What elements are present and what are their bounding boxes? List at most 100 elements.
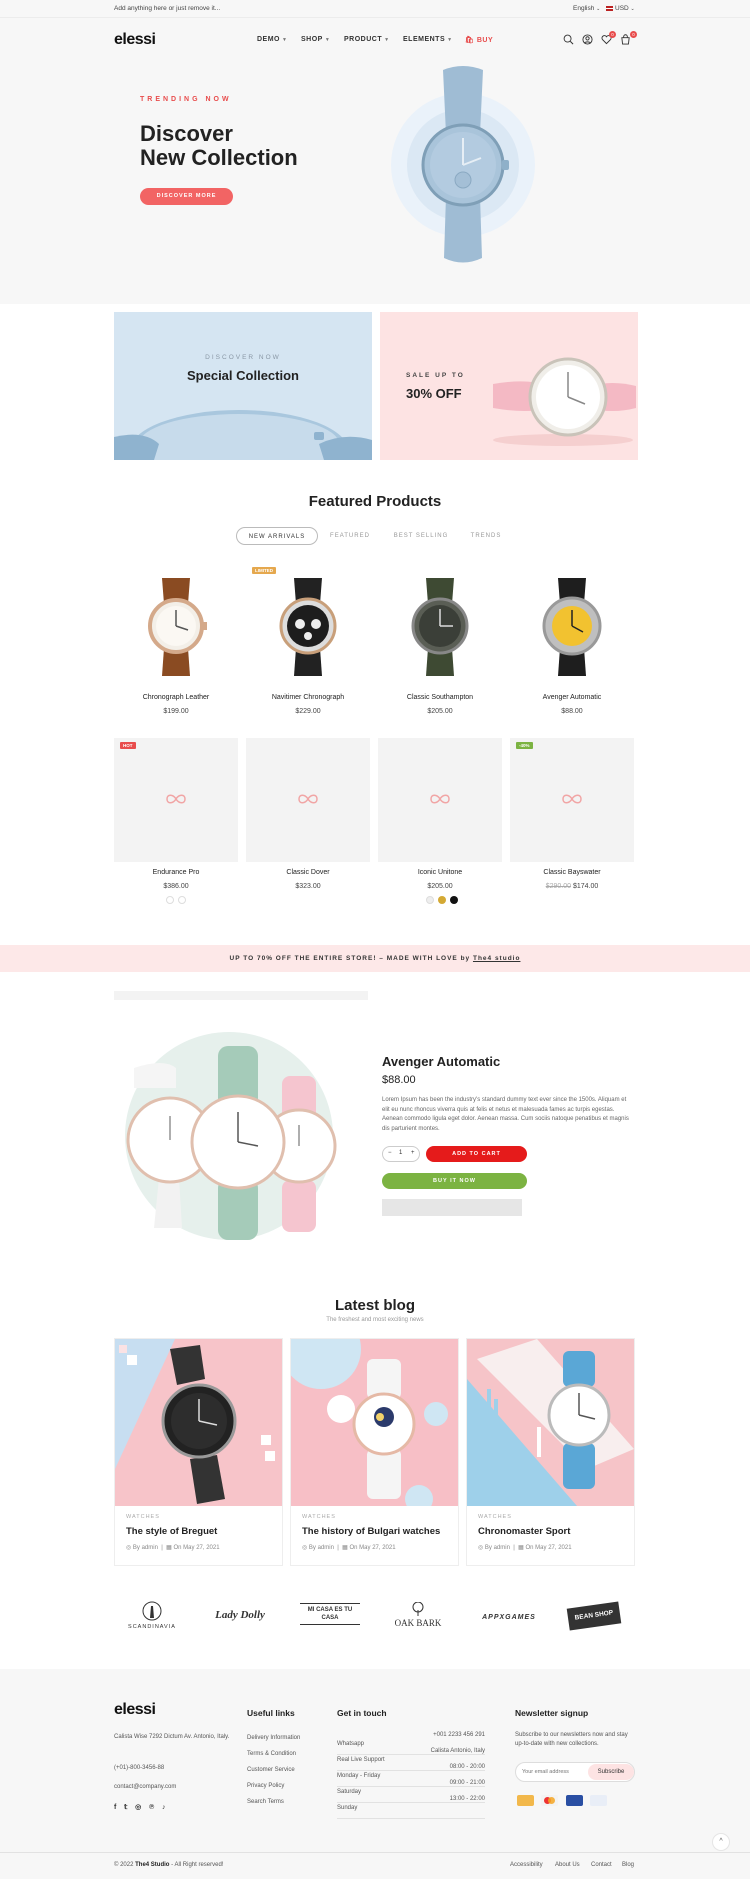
blog-image[interactable] bbox=[467, 1339, 634, 1506]
get-in-touch-title: Get in touch bbox=[337, 1708, 387, 1718]
product-name[interactable]: Classic Dover bbox=[246, 869, 370, 876]
product-image-chronograph-leather[interactable] bbox=[114, 564, 238, 688]
quantity-stepper[interactable]: − 1 + bbox=[382, 1146, 420, 1162]
currency-select[interactable]: USD ⌄ bbox=[606, 5, 635, 12]
blog-author[interactable]: By admin bbox=[133, 1545, 158, 1551]
blog-title: Latest blog bbox=[334, 1297, 415, 1314]
blog-category[interactable]: WATCHES bbox=[126, 1514, 160, 1520]
blog-image[interactable] bbox=[291, 1339, 458, 1506]
product-image-navitimer[interactable] bbox=[246, 564, 370, 688]
product-image-placeholder[interactable] bbox=[114, 738, 238, 862]
back-to-top-button[interactable]: ^ bbox=[712, 1833, 730, 1851]
newsletter-email-input[interactable] bbox=[522, 1766, 584, 1778]
blog-category[interactable]: WATCHES bbox=[478, 1514, 512, 1520]
nav-elements[interactable]: ELEMENTS ▼ bbox=[403, 36, 453, 43]
footer-bottom-link[interactable]: About Us bbox=[555, 1862, 580, 1868]
nav-product[interactable]: PRODUCT ▼ bbox=[344, 36, 390, 43]
qty-plus-button[interactable]: + bbox=[411, 1150, 415, 1156]
user-icon[interactable] bbox=[582, 34, 593, 45]
color-swatch[interactable] bbox=[450, 896, 458, 904]
product-name[interactable]: Chronograph Leather bbox=[114, 694, 238, 701]
blog-author[interactable]: By admin bbox=[309, 1545, 334, 1551]
product-name[interactable]: Classic Southampton bbox=[378, 694, 502, 701]
discover-more-button[interactable]: DISCOVER MORE bbox=[140, 188, 233, 205]
buy-now-button[interactable]: BUY IT NOW bbox=[382, 1173, 527, 1189]
footer-phone[interactable]: (+01)-800-3456-88 bbox=[114, 1765, 164, 1771]
language-select[interactable]: English ⌄ bbox=[573, 5, 600, 12]
footer-link[interactable]: Terms & Condition bbox=[247, 1751, 296, 1757]
promo-strip: UP TO 70% OFF THE ENTIRE STORE! – MADE W… bbox=[0, 945, 750, 972]
footer-bottom-link[interactable]: Contact bbox=[591, 1862, 612, 1868]
product-name[interactable]: Avenger Automatic bbox=[510, 694, 634, 701]
qty-minus-button[interactable]: − bbox=[388, 1150, 392, 1156]
blog-image[interactable] bbox=[115, 1339, 282, 1506]
facebook-icon[interactable]: f bbox=[114, 1804, 116, 1811]
calendar-icon: ▦ bbox=[166, 1545, 172, 1551]
nav-shop[interactable]: SHOP ▼ bbox=[301, 36, 330, 43]
blog-category[interactable]: WATCHES bbox=[302, 1514, 336, 1520]
product-name[interactable]: Navitimer Chronograph bbox=[246, 694, 370, 701]
footer-divider bbox=[0, 1852, 750, 1853]
brand-logo-appxgames[interactable]: APPXGAMES bbox=[474, 1614, 544, 1621]
brand-logo-bean-shop[interactable]: BEAN SHOP bbox=[566, 1601, 622, 1631]
tiktok-icon[interactable]: ♪ bbox=[162, 1804, 166, 1811]
footer-link[interactable]: Delivery Information bbox=[247, 1735, 300, 1741]
product-image-placeholder[interactable] bbox=[246, 738, 370, 862]
product-image-avenger[interactable] bbox=[510, 564, 634, 688]
blog-post-title[interactable]: The style of Breguet bbox=[126, 1526, 217, 1537]
brand-logo-mi-casa[interactable]: MI CASA ES TU CASA bbox=[300, 1603, 360, 1625]
qty-value[interactable]: 1 bbox=[399, 1150, 402, 1156]
special-collection-banner[interactable]: DISCOVER NOW Special Collection bbox=[114, 312, 372, 460]
color-swatch[interactable] bbox=[178, 896, 186, 904]
watch-image bbox=[148, 578, 207, 676]
promo-link[interactable]: The4 studio bbox=[473, 955, 520, 962]
brand-logo-oak-bark[interactable]: OAK BARK bbox=[386, 1602, 450, 1640]
product-image-placeholder[interactable] bbox=[378, 738, 502, 862]
footer-link[interactable]: Privacy Policy bbox=[247, 1783, 284, 1789]
blog-card[interactable]: WATCHES Chronomaster Sport ◎ By admin | … bbox=[466, 1338, 635, 1566]
blog-card[interactable]: WATCHES The history of Bulgari watches ◎… bbox=[290, 1338, 459, 1566]
hero-title-line2: New Collection bbox=[140, 145, 298, 170]
tab-best-selling[interactable]: BEST SELLING bbox=[388, 527, 454, 545]
pinterest-icon[interactable]: ℗ bbox=[149, 1804, 154, 1811]
instagram-icon[interactable]: ◎ bbox=[135, 1804, 141, 1811]
deal-title[interactable]: Avenger Automatic bbox=[382, 1054, 500, 1069]
footer-bottom-link[interactable]: Accessibility bbox=[510, 1862, 543, 1868]
search-icon[interactable] bbox=[563, 34, 574, 45]
product-price-group: $290.00 $174.00 bbox=[510, 883, 634, 890]
copyright-brand[interactable]: The4 Studio bbox=[135, 1862, 169, 1868]
footer-email[interactable]: contact@company.com bbox=[114, 1784, 176, 1790]
product-name[interactable]: Iconic Unitone bbox=[378, 869, 502, 876]
tab-trends[interactable]: TRENDS bbox=[464, 527, 508, 545]
brand-logo-lady-dolly[interactable]: Lady Dolly bbox=[204, 1609, 276, 1621]
blog-post-title[interactable]: The history of Bulgari watches bbox=[302, 1526, 440, 1537]
add-to-cart-button[interactable]: ADD TO CART bbox=[426, 1146, 527, 1162]
product-name[interactable]: Endurance Pro bbox=[114, 869, 238, 876]
blog-author[interactable]: By admin bbox=[485, 1545, 510, 1551]
product-image-placeholder[interactable] bbox=[510, 738, 634, 862]
product-image-southampton[interactable] bbox=[378, 564, 502, 688]
color-swatch[interactable] bbox=[166, 896, 174, 904]
product-name[interactable]: Classic Bayswater bbox=[510, 869, 634, 876]
subscribe-button[interactable]: Subscribe bbox=[588, 1764, 634, 1780]
sale-banner[interactable]: SALE UP TO 30% OFF bbox=[380, 312, 638, 460]
tab-featured[interactable]: FEATURED bbox=[324, 527, 376, 545]
footer-logo[interactable]: elessi bbox=[114, 1701, 156, 1719]
footer-bottom-link[interactable]: Blog bbox=[622, 1862, 634, 1868]
product-price: $323.00 bbox=[295, 883, 321, 890]
brand-logo-scandinavia[interactable]: SCANDINAVIA bbox=[120, 1600, 184, 1638]
tab-new-arrivals[interactable]: NEW ARRIVALS bbox=[236, 527, 318, 545]
nav-buy[interactable]: 🛍 BUY bbox=[465, 36, 493, 44]
payment-placeholder[interactable] bbox=[382, 1199, 522, 1216]
blog-post-title[interactable]: Chronomaster Sport bbox=[478, 1526, 570, 1537]
nav-demo[interactable]: DEMO ▼ bbox=[257, 36, 287, 43]
color-swatch[interactable] bbox=[438, 896, 446, 904]
contact-row: Saturday 09:00 - 21:00 bbox=[337, 1780, 485, 1803]
footer-link[interactable]: Customer Service bbox=[247, 1767, 295, 1773]
site-logo[interactable]: elessi bbox=[114, 31, 156, 49]
blog-meta: ◎ By admin | ▦ On May 27, 2021 bbox=[126, 1545, 220, 1551]
color-swatch[interactable] bbox=[426, 896, 434, 904]
blog-card[interactable]: WATCHES The style of Breguet ◎ By admin … bbox=[114, 1338, 283, 1566]
twitter-icon[interactable]: 𝕥 bbox=[124, 1804, 127, 1811]
footer-link[interactable]: Search Terms bbox=[247, 1799, 284, 1805]
